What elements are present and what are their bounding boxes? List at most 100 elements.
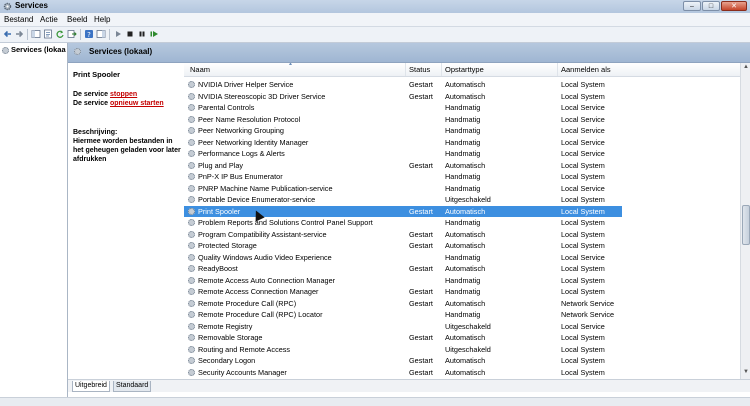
description-text: Hiermee worden bestanden in het geheugen…	[73, 138, 181, 163]
vertical-scrollbar[interactable]: ▲ ▼	[740, 63, 750, 379]
export-list-icon[interactable]	[67, 29, 77, 39]
service-row[interactable]: Removable Storage Gestart Automatisch Local…	[184, 332, 622, 344]
toolbar-separator	[80, 29, 81, 40]
service-row[interactable]: Remote Access Connection Manager Gestart H…	[184, 286, 622, 298]
service-startup-type: Handmatig	[445, 183, 481, 193]
service-row[interactable]: Program Compatibility Assistant-service G…	[184, 229, 622, 241]
service-name: PnP-X IP Bus Enumerator	[198, 172, 283, 181]
service-row[interactable]: Portable Device Enumerator-service Uitges…	[184, 194, 622, 206]
menu-help[interactable]: Help	[94, 15, 110, 24]
column-header-name[interactable]: Naam	[184, 63, 406, 76]
selected-service-name: Print Spooler	[73, 70, 121, 79]
service-row[interactable]: Secondary Logon Gestart Automatisch Local S…	[184, 355, 622, 367]
close-button[interactable]: ✕	[721, 1, 747, 11]
service-logon-as: Local System	[561, 229, 605, 239]
minimize-button[interactable]: –	[683, 1, 701, 11]
service-name: ReadyBoost	[198, 264, 238, 273]
service-logon-as: Local System	[561, 80, 605, 89]
column-header-logon-as[interactable]: Aanmelden als	[558, 63, 740, 76]
scrollbar-thumb[interactable]	[742, 205, 750, 245]
column-header-status[interactable]: Status	[406, 63, 442, 76]
service-startup-type: Handmatig	[445, 287, 481, 296]
service-row[interactable]: Peer Name Resolution Protocol Handmatig Lo…	[184, 114, 622, 126]
service-row[interactable]: PnP-X IP Bus Enumerator Handmatig Local Sy…	[184, 171, 622, 183]
show-hide-console-tree-icon[interactable]	[31, 29, 41, 39]
service-logon-as: Local System	[561, 172, 605, 181]
service-status	[409, 344, 442, 356]
service-gear-icon	[188, 173, 195, 180]
service-row[interactable]: NVIDIA Stereoscopic 3D Driver Service Ges…	[184, 91, 622, 103]
stop-service-link[interactable]: stoppen	[110, 91, 137, 98]
stop-service-icon[interactable]	[125, 29, 135, 39]
service-row[interactable]: NVIDIA Driver Helper Service Gestart Autom…	[184, 79, 622, 91]
service-status	[409, 171, 442, 183]
service-row[interactable]: Security Accounts Manager Gestart Automati…	[184, 367, 622, 379]
tree-item-services-local[interactable]: Services (lokaal	[2, 45, 66, 54]
service-logon-as: Local Service	[561, 103, 605, 112]
service-startup-type: Uitgeschakeld	[445, 344, 491, 354]
service-name: Print Spooler	[198, 206, 241, 216]
service-gear-icon	[188, 288, 195, 295]
start-service-icon[interactable]	[113, 29, 123, 39]
service-name: Problem Reports and Solutions Control Pa…	[198, 218, 373, 227]
scroll-down-arrow-icon[interactable]: ▼	[742, 369, 750, 378]
service-startup-type: Automatisch	[445, 298, 486, 308]
service-row[interactable]: ReadyBoost Gestart Automatisch Local System	[184, 263, 622, 275]
action-pane-icon[interactable]	[96, 29, 106, 39]
restart-service-icon[interactable]	[149, 29, 159, 39]
restart-service-link[interactable]: opnieuw starten	[110, 100, 164, 107]
menu-beeld[interactable]: Beeld	[67, 15, 87, 24]
service-logon-as: Local Service	[561, 114, 605, 124]
service-startup-type: Handmatig	[445, 149, 481, 158]
service-row[interactable]: PNRP Machine Name Publication-service Han…	[184, 183, 622, 195]
refresh-icon[interactable]	[55, 29, 65, 39]
forward-arrow-icon[interactable]	[14, 29, 24, 39]
services-gear-icon	[2, 46, 9, 54]
service-logon-as: Local System	[561, 218, 605, 227]
service-name: Parental Controls	[198, 103, 255, 112]
properties-icon[interactable]	[43, 29, 53, 39]
service-gear-icon	[188, 115, 195, 123]
service-row[interactable]: Parental Controls Handmatig Local Service	[184, 102, 622, 114]
maximize-button[interactable]: □	[702, 1, 720, 11]
help-icon[interactable]: ?	[84, 29, 94, 39]
back-arrow-icon[interactable]	[3, 29, 13, 39]
service-status	[409, 148, 442, 160]
service-row[interactable]: Protected Storage Gestart Automatisch Local…	[184, 240, 622, 252]
service-row[interactable]: Peer Networking Identity Manager Handmati…	[184, 137, 622, 149]
menu-bestand[interactable]: Bestand	[4, 15, 33, 24]
service-row[interactable]: Problem Reports and Solutions Control Pa…	[184, 217, 622, 229]
service-logon-as: Local System	[561, 356, 605, 365]
service-name: Remote Procedure Call (RPC) Locator	[198, 310, 323, 319]
service-row[interactable]: Remote Procedure Call (RPC) Locator Handm…	[184, 309, 622, 321]
tab-standaard[interactable]: Standaard	[113, 381, 152, 392]
service-row[interactable]: Print Spooler Gestart Automatisch Local Sys…	[184, 205, 622, 217]
service-gear-icon	[188, 357, 195, 364]
title-bar: Services – □ ✕	[0, 0, 750, 13]
tab-uitgebreid[interactable]: Uitgebreid	[72, 381, 110, 392]
services-list: ▲ Naam Status Opstarttype Aanmelden als …	[184, 63, 740, 379]
service-description: Beschrijving: Hiermee worden bestanden i…	[73, 128, 183, 164]
service-startup-type: Handmatig	[445, 275, 481, 285]
service-startup-type: Automatisch	[445, 80, 486, 89]
service-row[interactable]: Remote Procedure Call (RPC) Gestart Automa…	[184, 298, 622, 310]
service-logon-as: Local System	[561, 160, 605, 170]
service-row[interactable]: Plug and Play Gestart Automatisch Local Sys…	[184, 160, 622, 172]
service-row[interactable]: Remote Access Auto Connection Manager Han…	[184, 275, 622, 287]
service-row[interactable]: Routing and Remote Access Uitgeschakeld Lo…	[184, 344, 622, 356]
service-row[interactable]: Peer Networking Grouping Handmatig Local S…	[184, 125, 622, 137]
service-row[interactable]: Performance Logs & Alerts Handmatig Local …	[184, 148, 622, 160]
service-logon-as: Network Service	[561, 310, 615, 319]
service-name: Protected Storage	[198, 241, 257, 250]
service-startup-type: Automatisch	[445, 160, 486, 170]
window-title: Services	[15, 1, 48, 10]
service-startup-type: Handmatig	[445, 252, 481, 262]
pause-service-icon[interactable]	[137, 29, 147, 39]
tree-item-label: Services (lokaal	[11, 45, 66, 54]
service-row[interactable]: Remote Registry Uitgeschakeld Local Servic…	[184, 321, 622, 333]
column-header-startup-type[interactable]: Opstarttype	[442, 63, 558, 76]
menu-actie[interactable]: Actie	[40, 15, 58, 24]
service-row[interactable]: Quality Windows Audio Video Experience Ha…	[184, 252, 622, 264]
scroll-up-arrow-icon[interactable]: ▲	[742, 64, 750, 73]
service-logon-as: Local Service	[561, 321, 605, 331]
